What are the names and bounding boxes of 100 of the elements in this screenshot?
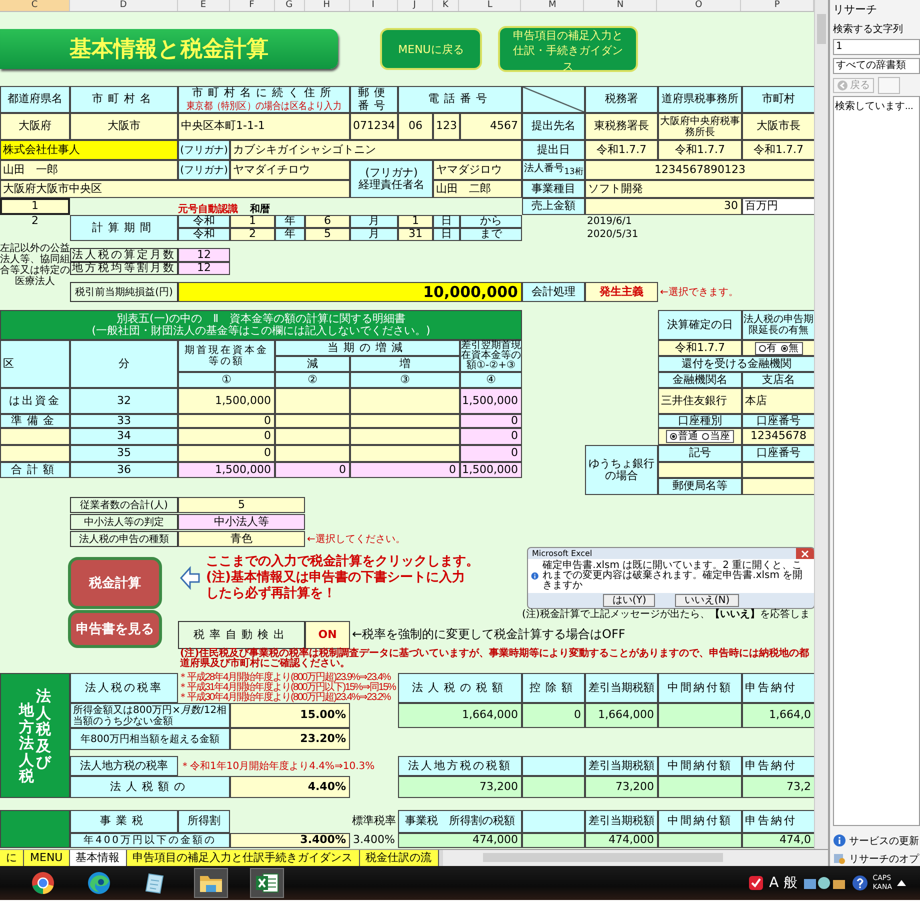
sheet-tab[interactable]: 税金仕訳の流 — [360, 850, 439, 866]
instruction-text: ここまでの入力で税金計算をクリックします。 — [206, 554, 479, 570]
header-cell: ① — [178, 372, 275, 388]
table-cell: 大阪府中央府税事務所長 — [658, 113, 742, 140]
cell-text: 2020/5/31 — [586, 228, 640, 241]
tray-icons-drawing[interactable] — [802, 875, 847, 891]
column-header[interactable]: L — [459, 0, 522, 11]
source-dropdown[interactable]: すべての辞書類 — [833, 58, 920, 74]
table-cell: 0 — [178, 414, 275, 428]
table-cell: ヤマダジロウ — [433, 160, 522, 180]
header-cell: 申告納付 — [742, 673, 814, 703]
sheet-tab[interactable]: 申告項目の補足入力と仕訳手続きガイダンス — [126, 850, 360, 866]
sheet-tab[interactable]: に — [0, 850, 24, 866]
column-header[interactable]: M — [521, 0, 584, 11]
ime-indicator[interactable]: A — [769, 875, 779, 891]
column-header[interactable]: G — [274, 0, 305, 11]
header-cell: 33 — [70, 414, 178, 428]
column-header[interactable]: F — [230, 0, 275, 11]
dialog-button[interactable]: いいえ(N) — [675, 594, 739, 607]
column-header[interactable]: C — [0, 0, 70, 11]
radio-button[interactable]: 無 — [780, 342, 798, 354]
header-cell: 計算期間 — [70, 215, 178, 241]
table-cell: 1 — [230, 215, 275, 228]
column-header[interactable]: K — [432, 0, 460, 11]
caret-up-icon[interactable] — [897, 880, 906, 886]
table-cell: 青色 — [178, 531, 305, 547]
table-cell: 1,664,000 — [585, 703, 658, 728]
cell-text: ←税率を強制的に変更して税金計算する場合はOFF — [351, 626, 626, 644]
table-cell: 令和1.7.7 — [742, 140, 814, 160]
header-cell: 年 — [275, 228, 305, 241]
header-cell: 会計処理 — [522, 282, 585, 302]
header-cell: から — [460, 215, 522, 228]
header-cell: 年800万円相当額を超える金額 — [70, 728, 230, 750]
table-cell: 法人税の申告の種類 — [70, 531, 178, 547]
horizontal-scrollbar[interactable] — [442, 850, 828, 866]
column-header[interactable]: E — [178, 0, 230, 11]
table-cell: 0 — [350, 462, 460, 478]
radio-button[interactable]: 有 — [758, 342, 776, 354]
vertical-label: 法人税及び — [36, 688, 51, 770]
close-button[interactable] — [796, 548, 814, 559]
calculate-button[interactable]: 税金計算 — [68, 557, 162, 609]
cell-text: 左記以外の公益法人等、協同組合等又は特定の医療法人 — [0, 242, 70, 289]
note-text: (注)住民税及び事業税の税率は税制調査データに基づいていますが、事業時期等により変動することがありますので、申告時には納税地の都道府県及び市町村にご確認ください。 — [179, 649, 810, 669]
header-cell: 中間納付額 — [658, 673, 742, 703]
header-cell: ゆうちょ銀行の場合 — [585, 445, 658, 495]
header-cell: 所得金額又は800万円×月数/12相当額のうち少ない金額 — [70, 703, 230, 728]
swirl-app-icon[interactable] — [87, 871, 111, 895]
header-cell: 法人税の税額 — [398, 673, 522, 703]
header-cell: 記号 — [658, 445, 742, 462]
table-cell: 31 — [398, 228, 433, 241]
dialog-button[interactable]: はい(Y) — [603, 594, 656, 607]
sheet-tab[interactable]: MENU — [24, 850, 70, 866]
table-cell: 1 — [398, 215, 433, 228]
header-cell: 差引翌期首現在資本金等の額①-②+③ — [460, 340, 522, 372]
dialog-message: 確定申告書.xlsm は既に開いています。2 重に開くと、これまでの変更内容は破棄されます。確定申告書.xlsm を開きますか — [542, 561, 804, 591]
radio-button[interactable]: 当座 — [702, 431, 730, 442]
header-cell: 事業種目 — [522, 180, 585, 198]
header-cell: 郵便番号 — [350, 86, 398, 113]
table-cell: 0 — [522, 703, 585, 728]
table-cell: 12345678 — [742, 428, 814, 445]
table-cell: 12 — [178, 248, 230, 262]
checkmark-icon[interactable] — [748, 875, 764, 891]
header-cell: 法人税の申告期限延長の有無 — [742, 310, 814, 340]
cell-text: 2019/6/1 — [586, 215, 633, 228]
table-cell: 本店 — [742, 388, 814, 414]
round-app-icon[interactable] — [31, 871, 55, 895]
column-header[interactable]: J — [398, 0, 432, 11]
column-header[interactable]: N — [584, 0, 658, 11]
header-cell: 申告納付 — [742, 756, 814, 776]
table-cell: 474,000 — [585, 833, 658, 848]
table-cell: 10,000,000 — [178, 282, 522, 302]
table-cell: 2 — [230, 228, 275, 241]
column-header[interactable]: O — [657, 0, 742, 11]
table-cell: 1234567890123 — [585, 160, 814, 180]
search-field[interactable]: 1 — [833, 39, 920, 55]
vertical-scrollbar[interactable] — [814, 0, 828, 850]
header-cell: 35 — [70, 445, 178, 462]
table-cell: 百万円 — [742, 198, 814, 215]
table-cell: 令和1.7.7 — [658, 140, 742, 160]
column-header[interactable]: D — [70, 0, 178, 11]
table-cell: 法人税の算定月数 — [70, 248, 178, 262]
header-cell: 34 — [70, 428, 178, 445]
sheet-tab[interactable]: 基本情報 — [70, 850, 127, 866]
table-cell: 1,664,000 — [398, 703, 522, 728]
cell-text: ＊令和1年10月開始年度より4.4%⇒10.3% — [179, 760, 376, 774]
help-icon[interactable] — [852, 875, 868, 891]
column-header[interactable]: H — [304, 0, 350, 11]
link[interactable]: サービスの更新 — [849, 834, 919, 848]
column-header[interactable]: I — [350, 0, 398, 11]
header-cell: は出資金 — [0, 388, 70, 414]
cell-text: 標準税率 — [351, 813, 397, 830]
radio-button[interactable]: 普通 — [670, 431, 698, 442]
table-cell: 中央区本町1-1-1 — [178, 113, 350, 140]
header-cell: 還付を受ける金融機関 — [658, 356, 814, 372]
header-cell: 市町村 — [742, 86, 814, 113]
link[interactable]: リサーチのオプ — [849, 852, 919, 866]
view-return-button[interactable]: 申告書を見る — [68, 610, 162, 648]
table-cell: 474,000 — [398, 833, 522, 848]
arrow-left-icon — [180, 566, 200, 590]
ime-indicator[interactable]: 般 — [784, 874, 798, 892]
